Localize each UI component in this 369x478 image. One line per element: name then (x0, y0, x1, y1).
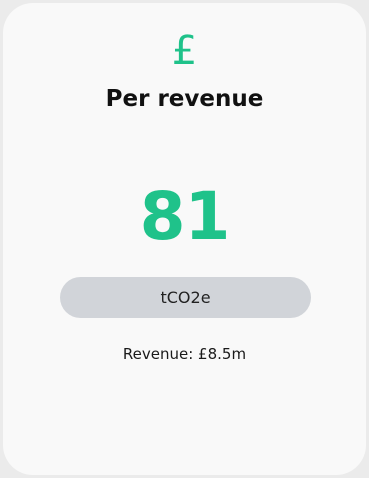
pound-sterling-icon: £ (171, 28, 198, 74)
unit-label: tCO2e (160, 288, 211, 307)
revenue-label: Revenue: £8.5m (122, 345, 247, 363)
metric-value: 81 (139, 178, 231, 255)
unit-badge: tCO2e (60, 277, 311, 318)
card-title: Per revenue (105, 86, 264, 112)
metric-card: £ Per revenue 81 tCO2e Revenue: £8.5m (3, 3, 366, 475)
